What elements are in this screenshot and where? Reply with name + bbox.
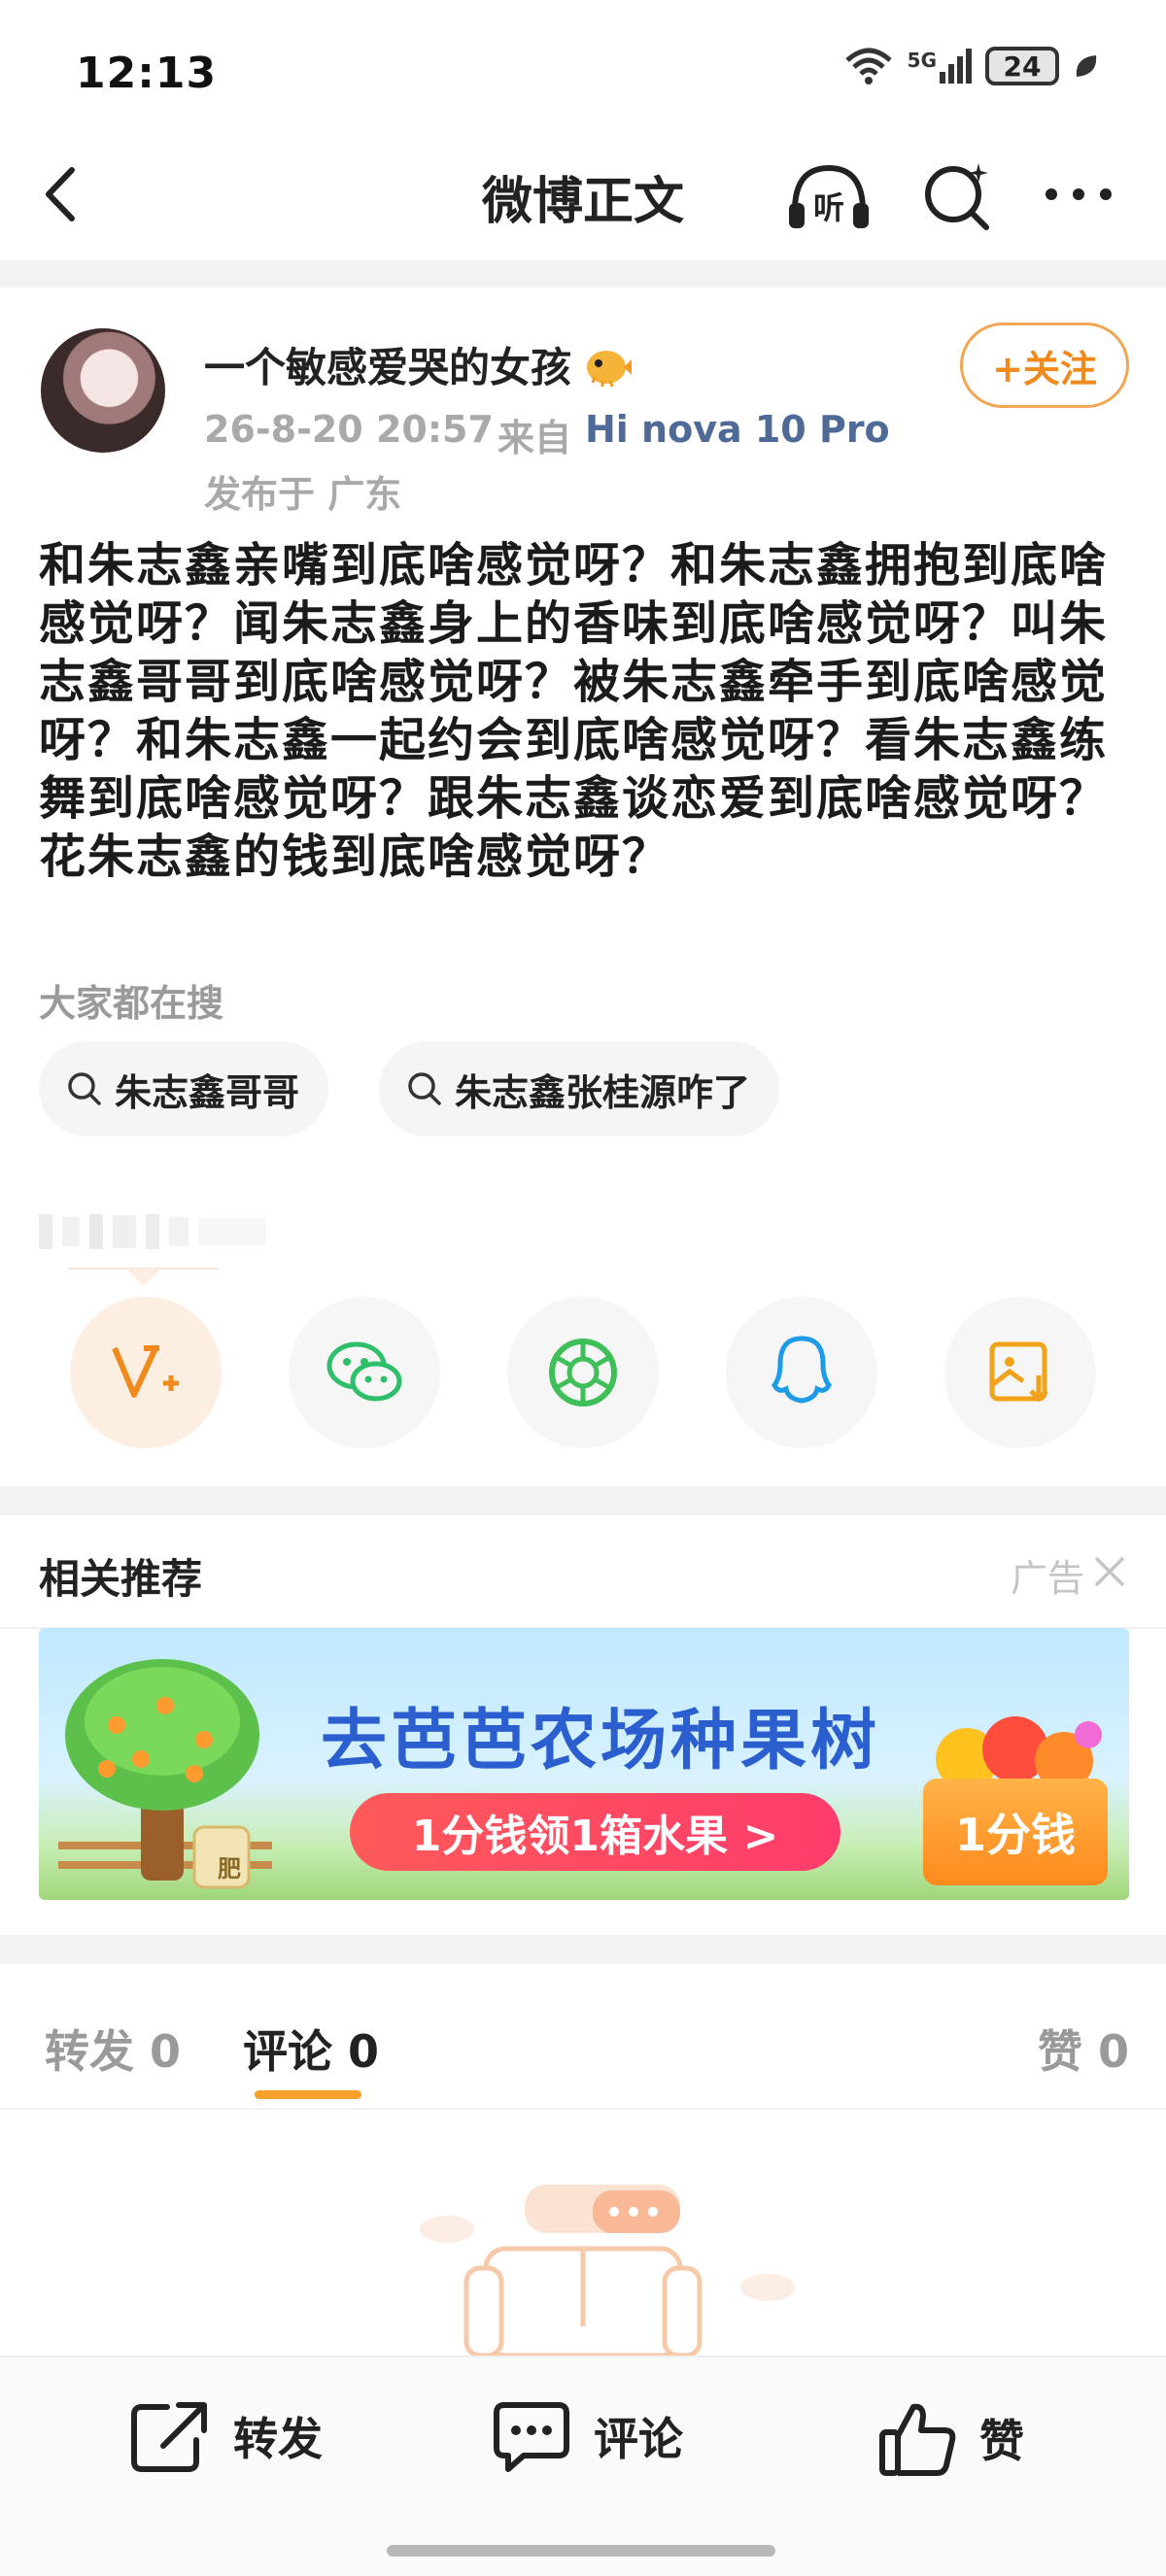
ad-headline: 去芭芭农场种果树 bbox=[321, 1703, 881, 1779]
like-label: 赞 bbox=[979, 2415, 1024, 2467]
username[interactable]: 一个敏感爱哭的女孩 bbox=[204, 335, 633, 394]
comment-button[interactable]: 评论 bbox=[491, 2397, 683, 2475]
close-icon[interactable] bbox=[1090, 1552, 1129, 1591]
wechat-icon bbox=[326, 1341, 402, 1402]
divider bbox=[0, 2108, 1166, 2110]
tab-comments[interactable]: 评论 0 bbox=[243, 2017, 379, 2081]
home-indicator[interactable] bbox=[387, 2545, 775, 2557]
tab-likes[interactable]: 赞 0 bbox=[1038, 2017, 1129, 2081]
fertilizer-sack-label: 肥 bbox=[218, 1855, 241, 1882]
active-tab-indicator bbox=[255, 2090, 361, 2099]
username-text: 一个敏感爱哭的女孩 bbox=[204, 344, 572, 391]
search-icon bbox=[408, 1072, 441, 1105]
like-button[interactable]: 赞 bbox=[876, 2397, 1024, 2479]
ad-cta-button[interactable]: 1分钱领1箱水果 > bbox=[350, 1793, 840, 1871]
battery-level: 24 bbox=[1003, 50, 1042, 83]
comment-label: 评论 bbox=[594, 2413, 683, 2465]
search-icon bbox=[68, 1072, 101, 1105]
section-divider bbox=[0, 1935, 1166, 1964]
save-as-image-button[interactable] bbox=[944, 1297, 1096, 1448]
related-section-title: 相关推荐 bbox=[39, 1555, 203, 1603]
cellular-signal-icon: 5G bbox=[908, 49, 972, 84]
more-options-icon[interactable] bbox=[1040, 170, 1117, 219]
wifi-icon bbox=[844, 48, 892, 85]
post-location: 发布于 广东 bbox=[204, 473, 402, 516]
blurred-placeholder bbox=[39, 1212, 292, 1251]
moments-aperture-icon bbox=[549, 1339, 617, 1407]
share-to-qq-button[interactable] bbox=[726, 1297, 877, 1448]
network-type: 5G bbox=[907, 49, 937, 72]
ad-price-badge: 1分钱 bbox=[923, 1779, 1108, 1885]
share-to-wechat-button[interactable] bbox=[289, 1297, 440, 1448]
ad-label: 广告 bbox=[1011, 1557, 1085, 1600]
post-time: 26-8-20 20:57 bbox=[204, 408, 494, 451]
follow-button[interactable]: +关注 bbox=[960, 322, 1129, 408]
fruit-tree-illustration bbox=[58, 1659, 272, 1889]
post-device[interactable]: Hi nova 10 Pro bbox=[585, 408, 890, 451]
share-to-moments-button[interactable] bbox=[507, 1297, 659, 1448]
pointer-arrow-icon bbox=[126, 1269, 161, 1286]
repost-label: 转发 bbox=[233, 2413, 323, 2465]
comment-bubble-icon bbox=[494, 2402, 569, 2472]
post-body: 和朱志鑫亲嘴到底啥感觉呀？和朱志鑫拥抱到底啥感觉呀？闻朱志鑫身上的香味到底啥感觉… bbox=[39, 538, 1109, 884]
share-to-vlog-button[interactable] bbox=[70, 1297, 222, 1448]
empty-comments-sofa-illustration bbox=[420, 2185, 795, 2356]
qq-penguin-icon bbox=[772, 1336, 832, 1404]
headphones-listen-icon[interactable]: 听 bbox=[785, 160, 873, 233]
repost-button[interactable]: 转发 bbox=[128, 2397, 323, 2475]
svg-text:听: 听 bbox=[813, 189, 844, 226]
search-icon[interactable] bbox=[918, 157, 996, 235]
search-chip[interactable]: 朱志鑫哥哥 bbox=[39, 1041, 329, 1136]
search-chip-label: 朱志鑫张桂源咋了 bbox=[455, 1070, 751, 1114]
section-divider bbox=[0, 1486, 1166, 1515]
trending-searches-label: 大家都在搜 bbox=[39, 982, 224, 1025]
status-time: 12:13 bbox=[76, 49, 218, 98]
search-chip-label: 朱志鑫哥哥 bbox=[115, 1070, 300, 1114]
thumbs-up-icon bbox=[879, 2403, 956, 2476]
search-chip[interactable]: 朱志鑫张桂源咋了 bbox=[379, 1041, 780, 1136]
ad-banner[interactable]: 肥 去芭芭农场种果树 1分钱领1箱水果 > 1分钱 bbox=[39, 1628, 1129, 1900]
pufferfish-badge-icon bbox=[587, 350, 633, 387]
section-divider bbox=[0, 260, 1166, 288]
avatar[interactable] bbox=[41, 328, 165, 453]
leaf-icon bbox=[1076, 55, 1097, 77]
image-download-icon bbox=[989, 1341, 1048, 1403]
battery-icon: 24 bbox=[985, 47, 1059, 85]
vlog-plus-icon bbox=[112, 1345, 179, 1398]
status-icons: 5G 24 bbox=[843, 47, 1100, 85]
repost-share-icon bbox=[131, 2402, 207, 2472]
tab-reposts[interactable]: 转发 0 bbox=[45, 2017, 181, 2081]
post-source-label: 来自 bbox=[497, 417, 572, 459]
